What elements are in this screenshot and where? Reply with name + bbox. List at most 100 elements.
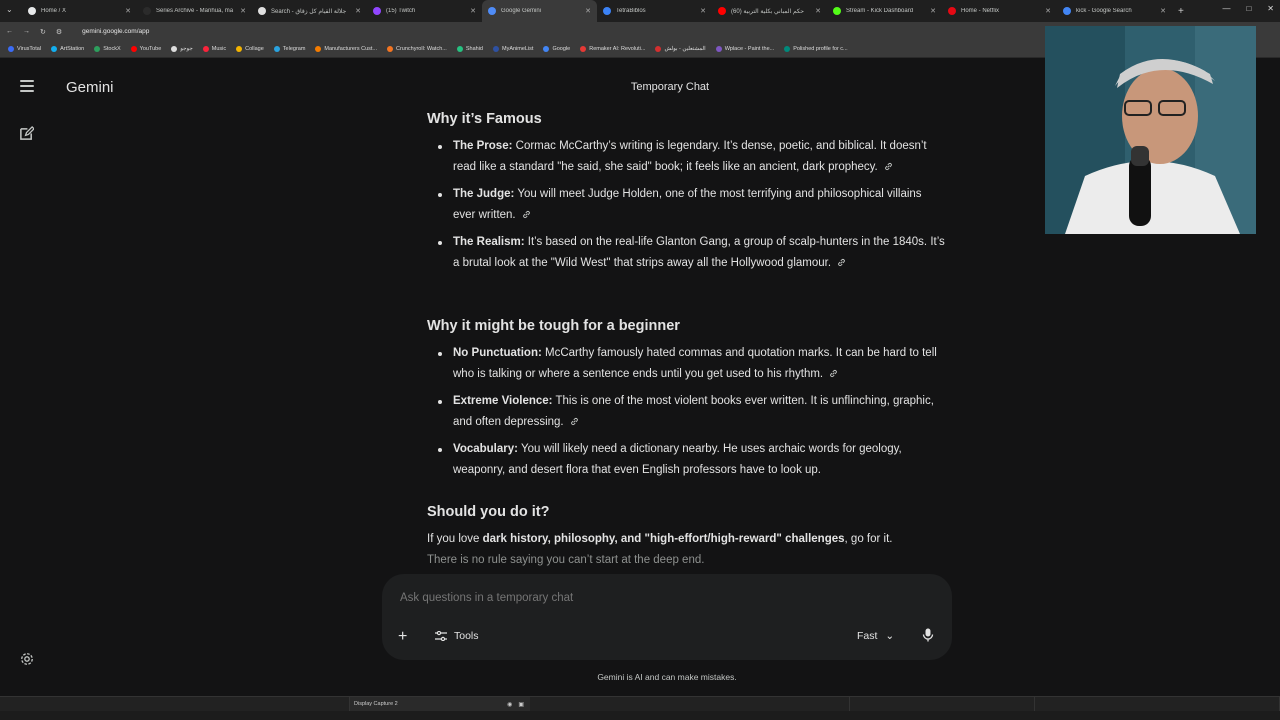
prompt-input[interactable] [400, 592, 900, 604]
section-heading-tough: Why it might be tough for a beginner [427, 318, 680, 334]
tab-favicon-icon [143, 7, 151, 15]
bookmark-item[interactable]: MyAnimeList [492, 46, 534, 52]
tab-search-icon[interactable]: ⌄ [6, 5, 13, 14]
conclusion-bold: dark history, philosophy, and "high-effo… [482, 533, 845, 545]
minimize-icon[interactable]: — [1222, 4, 1230, 13]
browser-tab[interactable]: Series Archive - Manhua, ma ✕ [137, 0, 252, 22]
tab-close-icon[interactable]: ✕ [700, 7, 706, 15]
display-capture-item[interactable]: Display Capture 2 ◉ ▣ [350, 697, 530, 711]
bookmark-favicon-icon [273, 46, 280, 52]
bookmark-label: MyAnimeList [501, 46, 534, 52]
bookmark-label: VirusTotal [17, 46, 42, 52]
tab-close-icon[interactable]: ✕ [585, 7, 591, 15]
bookmark-label: Polished profile for c... [793, 46, 848, 52]
reload-icon[interactable]: ↻ [40, 28, 46, 36]
model-mode-dropdown[interactable]: Fast ⌄ [857, 630, 894, 642]
tab-close-icon[interactable]: ✕ [1160, 7, 1166, 15]
tab-close-icon[interactable]: ✕ [240, 7, 246, 15]
close-window-icon[interactable]: ✕ [1267, 4, 1274, 13]
taskbar-segment [0, 697, 350, 711]
bookmark-item[interactable]: Music [202, 46, 226, 52]
maximize-icon[interactable]: □ [1246, 4, 1251, 13]
bookmark-item[interactable]: Telegram [273, 46, 305, 52]
bookmark-favicon-icon [315, 46, 322, 52]
list-item: No Punctuation: McCarthy famously hated … [427, 343, 947, 385]
list-item: The Prose: Cormac McCarthy’s writing is … [427, 136, 947, 178]
bookmark-item[interactable]: YouTube [130, 46, 161, 52]
bookmark-item[interactable]: Wplace - Paint the... [715, 46, 774, 52]
famous-list: The Prose: Cormac McCarthy’s writing is … [427, 136, 947, 280]
disclaimer-text: Gemini is AI and can make mistakes. [597, 672, 737, 682]
tab-close-icon[interactable]: ✕ [930, 7, 936, 15]
display-capture-icons: ◉ ▣ [507, 701, 524, 708]
bookmark-item[interactable]: Google [543, 46, 570, 52]
bookmark-item[interactable]: Crunchyroll: Watch... [387, 46, 447, 52]
browser-tab[interactable]: حكم المباني بكلية التربية (60) ✕ [712, 0, 827, 22]
bookmark-label: Collage [245, 46, 264, 52]
tab-strip: Home / X ✕ Series Archive - Manhua, ma ✕ Sea… [22, 0, 1172, 22]
bookmark-item[interactable]: VirusTotal [8, 46, 41, 52]
tab-favicon-icon [948, 7, 956, 15]
bookmark-item[interactable]: Remaker AI: Revoluti... [580, 46, 645, 52]
site-info-icon[interactable]: ⚙ [56, 28, 62, 36]
forward-icon[interactable]: → [23, 28, 30, 35]
tab-close-icon[interactable]: ✕ [815, 7, 821, 15]
list-item: Vocabulary: You will likely need a dicti… [427, 439, 947, 481]
bookmark-item[interactable]: Polished profile for c... [784, 46, 848, 52]
tab-title: Home - Netflix [961, 8, 1000, 14]
source-link-icon[interactable] [884, 162, 893, 171]
browser-tab[interactable]: TetraBiblos ✕ [597, 0, 712, 22]
bookmark-item[interactable]: المشتعلين - بولش [655, 46, 706, 52]
settings-icon[interactable] [20, 652, 34, 666]
browser-tab[interactable]: kick - Google Search ✕ [1057, 0, 1172, 22]
bookmark-item[interactable]: StockX [94, 46, 121, 52]
list-item-text: You will likely need a dictionary nearby… [453, 443, 902, 476]
bookmark-favicon-icon [130, 46, 137, 52]
source-link-icon[interactable] [522, 210, 531, 219]
browser-tab[interactable]: Home - Netflix ✕ [942, 0, 1057, 22]
tab-close-icon[interactable]: ✕ [470, 7, 476, 15]
browser-tab[interactable]: Home / X ✕ [22, 0, 137, 22]
url-field[interactable]: gemini.google.com/app [82, 28, 149, 35]
browser-tab[interactable]: (15) Twitch ✕ [367, 0, 482, 22]
bookmark-favicon-icon [8, 46, 14, 52]
list-item-title: The Realism: [453, 236, 525, 248]
conclusion-paragraph: If you love dark history, philosophy, an… [427, 529, 947, 571]
tools-icon [435, 631, 447, 641]
source-link-icon[interactable] [829, 369, 838, 378]
tab-close-icon[interactable]: ✕ [355, 7, 361, 15]
bookmark-label: Google [552, 46, 571, 52]
tab-favicon-icon [1063, 7, 1071, 15]
source-link-icon[interactable] [837, 258, 846, 267]
browser-tab[interactable]: Stream - Kick Dashboard ✕ [827, 0, 942, 22]
source-link-icon[interactable] [570, 417, 579, 426]
bookmark-item[interactable]: ArtStation [51, 46, 84, 52]
tab-close-icon[interactable]: ✕ [1045, 7, 1051, 15]
bookmark-item[interactable]: Collage [236, 46, 264, 52]
eye-icon[interactable]: ◉ [507, 701, 512, 708]
bookmark-label: Manufacturers Cust... [324, 46, 377, 52]
tough-list: No Punctuation: McCarthy famously hated … [427, 343, 947, 487]
tools-button[interactable]: Tools [435, 630, 479, 642]
back-icon[interactable]: ← [6, 28, 13, 35]
window-controls: — □ ✕ [1222, 4, 1274, 13]
menu-icon[interactable] [20, 80, 34, 92]
tab-favicon-icon [28, 7, 36, 15]
bookmark-item[interactable]: جوجو [171, 46, 193, 52]
lock-icon[interactable]: ▣ [518, 701, 524, 708]
microphone-icon[interactable] [922, 628, 934, 647]
tab-close-icon[interactable]: ✕ [125, 7, 131, 15]
bookmark-favicon-icon [236, 46, 243, 52]
browser-tab[interactable]: Google Gemini ✕ [482, 0, 597, 22]
new-tab-button[interactable]: + [1172, 6, 1190, 17]
add-attachment-icon[interactable]: + [398, 628, 407, 646]
list-item-text: It’s based on the real-life Glanton Gang… [453, 236, 945, 269]
bookmark-item[interactable]: Manufacturers Cust... [315, 46, 377, 52]
bookmark-item[interactable]: Shahid [456, 46, 483, 52]
browser-tab-bar: ⌄ Home / X ✕ Series Archive - Manhua, ma ✕ S… [0, 0, 1280, 22]
tab-favicon-icon [258, 7, 266, 15]
new-chat-icon[interactable] [19, 126, 35, 146]
bookmark-label: StockX [103, 46, 121, 52]
browser-tab[interactable]: Search - جلالة القيام كل زقاق ✕ [252, 0, 367, 22]
list-item: Extreme Violence: This is one of the mos… [427, 391, 947, 433]
